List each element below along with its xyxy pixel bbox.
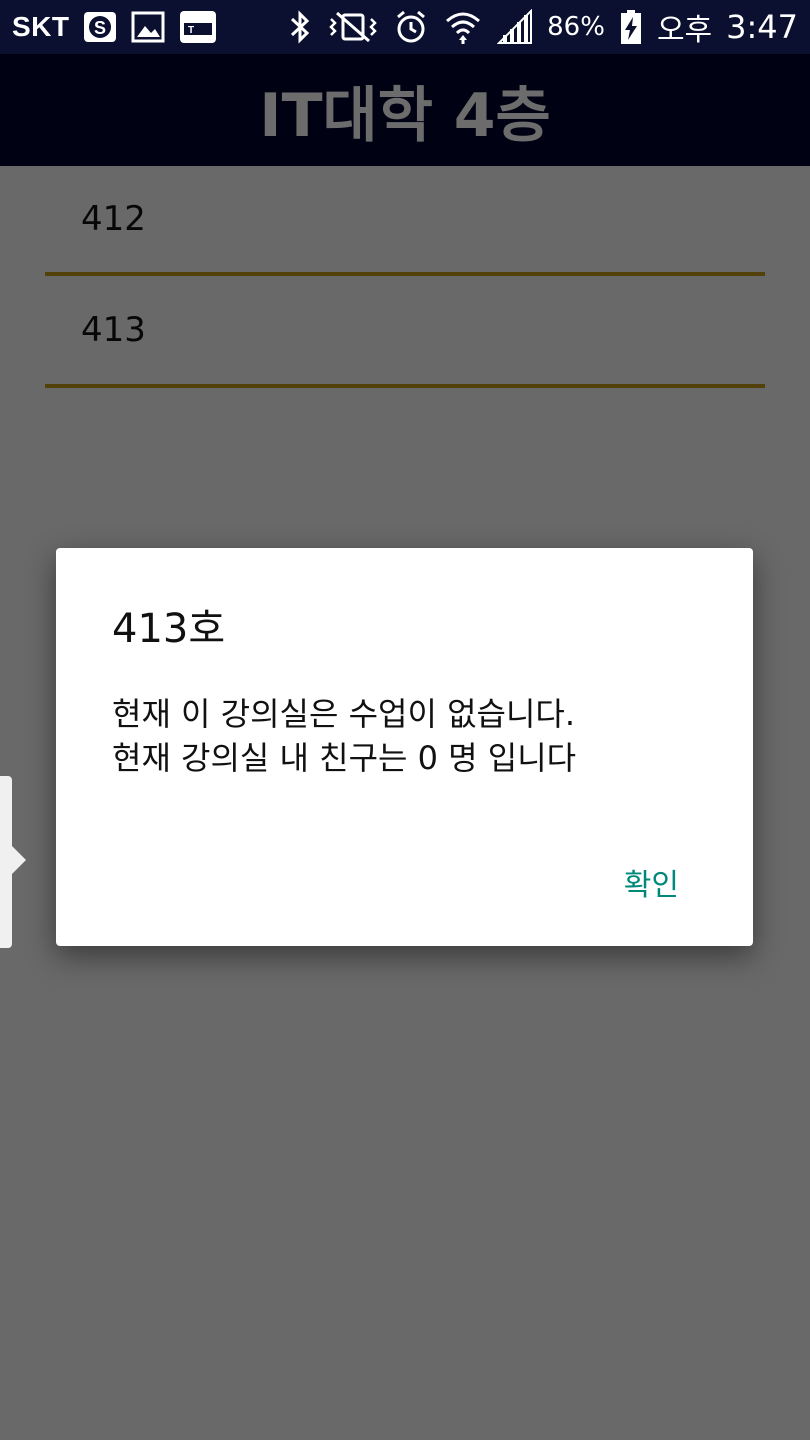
tmoney-icon: T	[178, 9, 218, 45]
dialog-message-line: 현재 이 강의실은 수업이 없습니다.	[112, 695, 576, 733]
signal-icon	[496, 8, 533, 45]
status-bar: SKT S T 86% 오후 3:47	[0, 0, 810, 54]
battery-charging-icon	[619, 9, 643, 45]
clock-time: 3:47	[726, 8, 798, 46]
room-info-dialog: 413호 현재 이 강의실은 수업이 없습니다. 현재 강의실 내 친구는 0 …	[56, 548, 753, 946]
alarm-icon	[393, 9, 429, 45]
time-ampm: 오후	[656, 13, 713, 48]
side-panel-handle[interactable]	[0, 776, 12, 948]
bluetooth-icon	[287, 9, 313, 45]
confirm-button[interactable]: 확인	[624, 860, 679, 904]
vibrate-icon	[327, 9, 379, 45]
page-title: IT대학 4층	[259, 80, 551, 151]
s-app-icon: S	[82, 9, 118, 45]
dialog-title: 413호	[112, 606, 226, 652]
gallery-icon	[130, 9, 166, 45]
battery-percent: 86%	[547, 12, 605, 42]
carrier-label: SKT	[12, 11, 70, 42]
chevron-right-icon	[12, 846, 26, 874]
app-bar: IT대학 4층	[0, 54, 810, 166]
dialog-message: 현재 이 강의실은 수업이 없습니다. 현재 강의실 내 친구는 0 명 입니다	[112, 692, 712, 780]
svg-text:S: S	[93, 18, 105, 38]
dialog-message-line: 현재 강의실 내 친구는 0 명 입니다	[112, 739, 577, 777]
svg-text:T: T	[188, 25, 194, 36]
wifi-icon	[443, 9, 483, 45]
